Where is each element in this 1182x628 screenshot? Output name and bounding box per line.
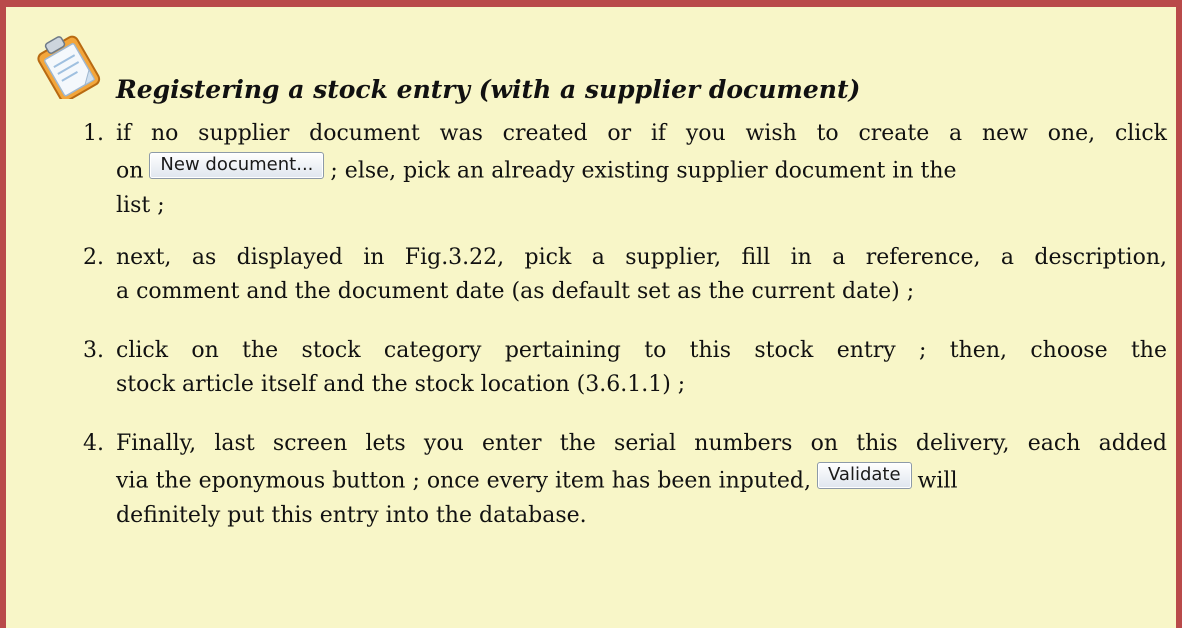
step-number: 4.: [83, 431, 104, 456]
clipboard-note-icon: [37, 35, 101, 99]
step-text: click on the stock category pertaining t…: [116, 338, 1167, 363]
new-document-button[interactable]: New document...: [149, 152, 325, 179]
step-text: stock article itself and the stock locat…: [116, 372, 686, 397]
step-text: if no supplier document was created or i…: [116, 121, 1167, 146]
step-number: 1.: [83, 121, 104, 146]
note-box: Registering a stock entry (with a suppli…: [0, 0, 1182, 628]
step-text: via the eponymous button ; once every it…: [116, 462, 958, 494]
note-title: Registering a stock entry (with a suppli…: [116, 75, 861, 104]
step-number: 2.: [83, 245, 104, 270]
step-text: list ;: [116, 193, 165, 218]
step-text: a comment and the document date (as defa…: [116, 279, 915, 304]
step-text: next, as displayed in Fig.3.22, pick a s…: [116, 245, 1167, 270]
step-text: Finally, last screen lets you enter the …: [116, 431, 1167, 456]
step-number: 3.: [83, 338, 104, 363]
step-text: definitely put this entry into the datab…: [116, 503, 587, 528]
validate-button[interactable]: Validate: [817, 462, 912, 489]
step-text: on New document...; else, pick an already…: [116, 152, 957, 184]
